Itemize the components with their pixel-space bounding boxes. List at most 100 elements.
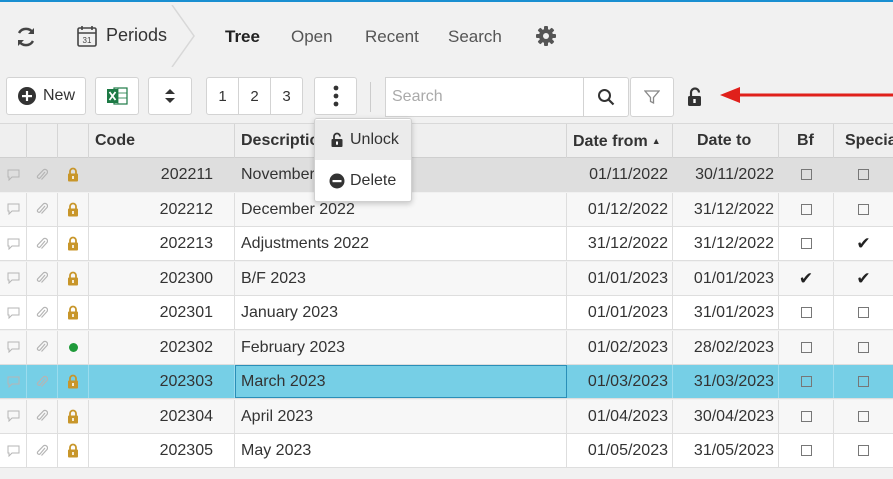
bf-checkbox[interactable] <box>800 410 812 422</box>
bf-cell[interactable] <box>779 330 834 364</box>
search-input[interactable] <box>385 77 584 117</box>
date-to-cell[interactable]: 01/01/2023 <box>673 261 779 295</box>
special-cell[interactable] <box>834 331 893 364</box>
bf-cell[interactable] <box>779 365 834 398</box>
date-from-cell[interactable]: 01/05/2023 <box>567 434 673 467</box>
date-to-cell[interactable]: 30/04/2023 <box>673 399 779 433</box>
date-to-cell[interactable]: 31/03/2023 <box>673 365 779 398</box>
comment-cell[interactable] <box>0 399 27 433</box>
bf-cell[interactable]: ✔ <box>779 261 834 295</box>
bf-checkbox[interactable] <box>800 445 812 456</box>
comment-cell[interactable] <box>0 365 27 398</box>
attachment-cell[interactable] <box>27 158 58 191</box>
special-checkbox[interactable] <box>858 203 869 215</box>
page-button-2[interactable]: 2 <box>239 78 271 114</box>
date-to-cell[interactable]: 31/12/2022 <box>673 192 779 226</box>
date-from-cell[interactable]: 01/12/2022 <box>567 192 673 226</box>
special-checkbox[interactable] <box>858 376 869 387</box>
table-row[interactable]: 202213 Adjustments 2022 31/12/2022 31/12/20… <box>0 227 893 261</box>
special-cell[interactable] <box>834 365 893 398</box>
col-bf-header[interactable]: Bf <box>779 124 834 158</box>
special-cell[interactable] <box>834 296 893 329</box>
description-cell[interactable]: March 2023 <box>235 365 567 398</box>
table-row[interactable]: 202300 B/F 2023 01/01/2023 01/01/2023 ✔ ✔ <box>0 261 893 296</box>
code-cell[interactable]: 202305 <box>89 434 235 467</box>
code-cell[interactable]: 202213 <box>89 227 235 260</box>
tab-recent[interactable]: Recent <box>365 27 419 47</box>
code-cell[interactable]: 202211 <box>89 158 235 191</box>
code-cell[interactable]: 202304 <box>89 399 235 433</box>
date-to-cell[interactable]: 31/01/2023 <box>673 296 779 329</box>
gear-icon[interactable] <box>534 24 558 48</box>
special-cell[interactable] <box>834 158 893 191</box>
attachment-cell[interactable] <box>27 296 58 329</box>
bf-cell[interactable] <box>779 227 834 260</box>
date-to-cell[interactable]: 31/05/2023 <box>673 434 779 467</box>
bf-cell[interactable] <box>779 192 834 226</box>
attachment-cell[interactable] <box>27 227 58 260</box>
date-from-cell[interactable]: 01/01/2023 <box>567 296 673 329</box>
comment-cell[interactable] <box>0 192 27 226</box>
special-checkbox[interactable] <box>858 341 869 353</box>
col-code-header[interactable]: Code <box>89 124 235 158</box>
special-cell[interactable] <box>834 193 893 226</box>
unlock-icon[interactable] <box>686 87 704 107</box>
tab-open[interactable]: Open <box>291 27 333 47</box>
attachment-cell[interactable] <box>27 434 58 467</box>
sort-button[interactable] <box>148 77 192 115</box>
menu-item-unlock[interactable]: Unlock <box>315 120 411 160</box>
comment-cell[interactable] <box>0 261 27 295</box>
comment-cell[interactable] <box>0 227 27 260</box>
comment-cell[interactable] <box>0 330 27 364</box>
col-date-to-header[interactable]: Date to <box>673 124 779 158</box>
date-to-cell[interactable]: 30/11/2022 <box>673 158 779 191</box>
special-cell[interactable] <box>834 434 893 467</box>
date-from-cell[interactable]: 01/02/2023 <box>567 330 673 364</box>
special-checkbox[interactable] <box>858 307 869 318</box>
comment-cell[interactable] <box>0 296 27 329</box>
col-date-from-header[interactable]: Date from ▲ <box>567 124 673 158</box>
search-button[interactable] <box>583 77 629 117</box>
bf-cell[interactable] <box>779 158 834 191</box>
date-to-cell[interactable]: 28/02/2023 <box>673 330 779 364</box>
table-row[interactable]: 202211 November 2022 01/11/2022 30/11/2022 <box>0 158 893 192</box>
date-from-cell[interactable]: 01/04/2023 <box>567 399 673 433</box>
description-cell[interactable]: January 2023 <box>235 296 567 329</box>
new-button[interactable]: New <box>6 77 86 115</box>
bf-checkbox[interactable] <box>800 238 812 249</box>
comment-cell[interactable] <box>0 434 27 467</box>
more-options-button[interactable] <box>314 77 357 115</box>
filter-button[interactable] <box>630 77 674 117</box>
table-row[interactable]: 202303 March 2023 01/03/2023 31/03/2023 <box>0 365 893 399</box>
date-to-cell[interactable]: 31/12/2022 <box>673 227 779 260</box>
description-cell[interactable]: May 2023 <box>235 434 567 467</box>
col-special-header[interactable]: Special <box>834 124 893 158</box>
attachment-cell[interactable] <box>27 261 58 295</box>
special-cell[interactable]: ✔ <box>834 227 893 260</box>
attachment-cell[interactable] <box>27 365 58 398</box>
tab-search[interactable]: Search <box>448 27 502 47</box>
code-cell[interactable]: 202300 <box>89 261 235 295</box>
date-from-cell[interactable]: 01/11/2022 <box>567 158 673 191</box>
table-row[interactable]: 202212 December 2022 01/12/2022 31/12/2022 <box>0 192 893 227</box>
attachment-cell[interactable] <box>27 399 58 433</box>
bf-checkbox[interactable] <box>800 341 812 353</box>
tab-tree[interactable]: Tree <box>225 27 260 47</box>
bf-cell[interactable] <box>779 434 834 467</box>
refresh-icon[interactable] <box>13 24 39 50</box>
menu-item-delete[interactable]: Delete <box>315 161 411 201</box>
bf-checkbox[interactable] <box>800 203 812 215</box>
attachment-cell[interactable] <box>27 330 58 364</box>
bf-cell[interactable] <box>779 399 834 433</box>
bf-checkbox[interactable] <box>800 376 812 387</box>
bf-checkbox[interactable] <box>800 307 812 318</box>
bf-checkbox[interactable] <box>800 169 812 180</box>
attachment-cell[interactable] <box>27 192 58 226</box>
page-button-3[interactable]: 3 <box>271 78 302 114</box>
comment-cell[interactable] <box>0 158 27 191</box>
description-cell[interactable]: February 2023 <box>235 330 567 364</box>
date-from-cell[interactable]: 01/03/2023 <box>567 365 673 398</box>
special-cell[interactable]: ✔ <box>834 262 893 295</box>
table-row[interactable]: 202301 January 2023 01/01/2023 31/01/2023 <box>0 296 893 330</box>
page-button-1[interactable]: 1 <box>207 78 239 114</box>
